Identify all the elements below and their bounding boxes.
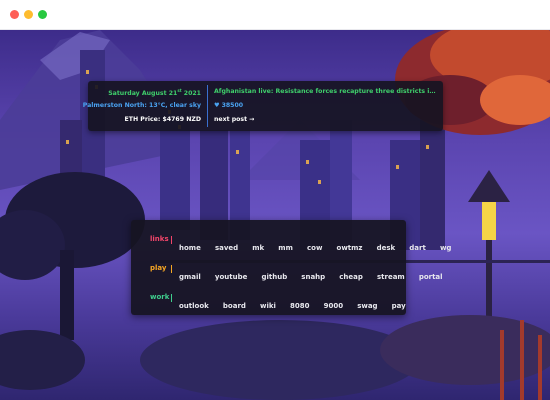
link-row-play: play gmail youtube github snahp cheap st…	[131, 264, 443, 281]
row-label-play: play	[150, 264, 167, 272]
row-links-list: home saved mk mm cow owtmz desk dart wg	[179, 235, 460, 254]
minimize-window-button[interactable]	[24, 10, 33, 19]
link-gmail[interactable]: gmail	[179, 273, 201, 281]
link-saved[interactable]: saved	[215, 244, 238, 252]
score-text: ♥ 38500	[214, 102, 243, 109]
link-youtube[interactable]: youtube	[215, 273, 247, 281]
row-separator	[171, 236, 172, 244]
link-9000[interactable]: 9000	[324, 302, 343, 310]
info-left-column: Saturday August 21st 2021 Palmerston Nor…	[83, 81, 207, 131]
weather-text: Palmerston North: 13°C, clear sky	[82, 102, 201, 109]
row-links-list: outlook board wiki 8080 9000 swag pay	[179, 293, 415, 312]
browser-window: Saturday August 21st 2021 Palmerston Nor…	[0, 0, 550, 400]
row-label-links: links	[150, 235, 169, 243]
links-panel: links home saved mk mm cow owtmz desk da…	[131, 220, 451, 315]
info-divider	[207, 85, 208, 127]
link-mm[interactable]: mm	[278, 244, 293, 252]
link-owtmz[interactable]: owtmz	[337, 244, 363, 252]
link-wg[interactable]: wg	[440, 244, 451, 252]
close-window-button[interactable]	[10, 10, 19, 19]
link-stream[interactable]: stream	[377, 273, 405, 281]
row-label-work: work	[150, 293, 170, 301]
link-home[interactable]: home	[179, 244, 201, 252]
link-row-links: links home saved mk mm cow owtmz desk da…	[131, 235, 451, 252]
link-8080[interactable]: 8080	[290, 302, 309, 310]
pixel-art-wallpaper: Saturday August 21st 2021 Palmerston Nor…	[0, 30, 550, 400]
next-post-link[interactable]: next post →	[214, 116, 254, 123]
link-pay[interactable]: pay	[392, 302, 406, 310]
info-panel: Saturday August 21st 2021 Palmerston Nor…	[83, 81, 443, 131]
link-cow[interactable]: cow	[307, 244, 322, 252]
link-board[interactable]: board	[223, 302, 246, 310]
row-links-list: gmail youtube github snahp cheap stream …	[179, 264, 452, 283]
heart-icon: ♥	[214, 102, 220, 109]
date-text: Saturday August 21st 2021	[108, 88, 201, 98]
link-cheap[interactable]: cheap	[339, 273, 363, 281]
link-desk[interactable]: desk	[377, 244, 396, 252]
link-wiki[interactable]: wiki	[260, 302, 276, 310]
eth-price-text: ETH Price: $4769 NZD	[124, 116, 201, 123]
window-titlebar	[0, 0, 550, 30]
link-portal[interactable]: portal	[419, 273, 443, 281]
link-swag[interactable]: swag	[357, 302, 377, 310]
link-github[interactable]: github	[261, 273, 287, 281]
row-separator	[171, 265, 172, 273]
link-dart[interactable]: dart	[409, 244, 426, 252]
link-row-work: work outlook board wiki 8080 9000 swag p…	[131, 293, 406, 310]
info-right-column: Afghanistan live: Resistance forces reca…	[214, 81, 439, 131]
link-mk[interactable]: mk	[252, 244, 264, 252]
row-separator	[171, 294, 172, 302]
link-snahp[interactable]: snahp	[301, 273, 325, 281]
score-value: 38500	[221, 102, 244, 109]
maximize-window-button[interactable]	[38, 10, 47, 19]
link-outlook[interactable]: outlook	[179, 302, 209, 310]
headline-link[interactable]: Afghanistan live: Resistance forces reca…	[214, 88, 436, 95]
